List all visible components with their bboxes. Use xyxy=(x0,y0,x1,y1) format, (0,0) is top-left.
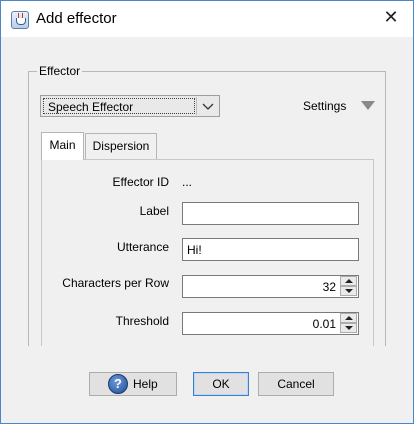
chevron-down-icon[interactable] xyxy=(201,99,215,113)
characters-per-row-label: Characters per Row xyxy=(62,276,169,290)
effector-id-label: Effector ID xyxy=(112,175,169,189)
utterance-label: Utterance xyxy=(116,240,169,254)
help-button[interactable]: ? Help xyxy=(89,372,177,396)
cancel-button[interactable]: Cancel xyxy=(258,372,334,396)
effector-group-legend: Effector xyxy=(37,64,83,78)
utterance-input[interactable]: Hi! xyxy=(182,238,359,261)
settings-label[interactable]: Settings xyxy=(303,99,346,113)
ok-button[interactable]: OK xyxy=(193,372,249,396)
spin-up-button[interactable] xyxy=(340,276,357,286)
label-field-label: Label xyxy=(139,204,169,218)
spin-down-button[interactable] xyxy=(340,286,357,296)
effector-type-value: Speech Effector xyxy=(48,100,134,114)
threshold-label: Threshold xyxy=(115,314,169,328)
cancel-button-label: Cancel xyxy=(277,377,315,391)
triangle-down-icon[interactable] xyxy=(361,101,375,110)
close-button[interactable]: ✕ xyxy=(383,8,399,26)
combobox-separator xyxy=(196,97,197,115)
ok-button-label: OK xyxy=(212,377,230,391)
tab-dispersion[interactable]: Dispersion xyxy=(85,133,157,159)
effector-id-value: ... xyxy=(182,175,193,189)
help-button-label: Help xyxy=(133,377,158,391)
threshold-value: 0.01 xyxy=(312,317,336,331)
window-title: Add effector xyxy=(36,10,117,27)
java-cup-icon xyxy=(11,11,29,29)
characters-per-row-value: 32 xyxy=(322,280,336,294)
spin-down-button[interactable] xyxy=(340,323,357,333)
effector-type-combobox[interactable]: Speech Effector xyxy=(40,95,220,117)
label-input[interactable] xyxy=(182,202,359,225)
tab-main[interactable]: Main xyxy=(41,132,84,160)
title-bar: Add effector ✕ xyxy=(1,1,413,37)
characters-per-row-spinner[interactable]: 32 xyxy=(182,275,359,298)
combobox-focus-frame: Speech Effector xyxy=(43,98,195,114)
add-effector-dialog: Add effector ✕ Effector Speech Effector … xyxy=(0,0,414,424)
spin-up-button[interactable] xyxy=(340,313,357,323)
help-icon: ? xyxy=(108,374,128,394)
threshold-spinner[interactable]: 0.01 xyxy=(182,312,359,335)
